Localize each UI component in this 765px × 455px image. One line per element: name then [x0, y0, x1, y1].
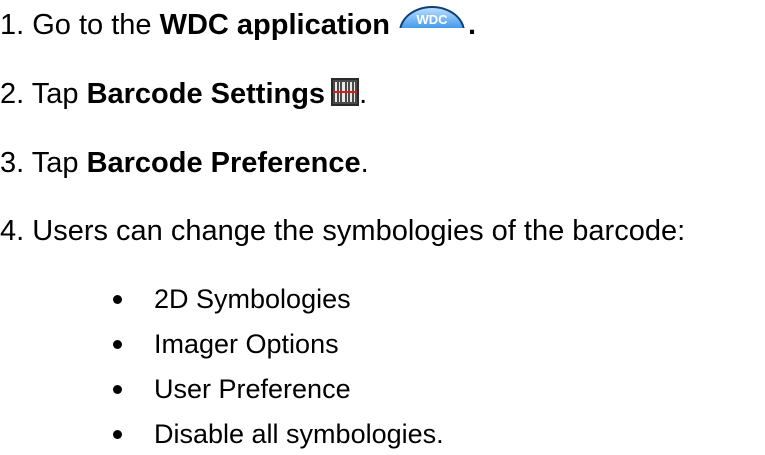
step-2-text: Tap	[31, 78, 87, 110]
step-4-number: 4.	[0, 215, 25, 247]
bullet-icon	[113, 340, 122, 349]
list-item-label: User Preference	[154, 374, 351, 404]
step-3-text: Tap	[31, 147, 87, 179]
step-3: 3. Tap Barcode Preference.	[0, 146, 369, 180]
bullet-icon	[113, 295, 122, 304]
step-3-after: .	[360, 147, 369, 179]
step-1-number: 1.	[0, 9, 25, 41]
step-3-number: 3.	[0, 147, 25, 179]
bullet-icon	[113, 430, 122, 439]
bullet-icon	[113, 385, 122, 394]
step-1: 1. Go to the WDC application WDC .	[0, 6, 477, 42]
step-2: 2. Tap Barcode Settings .	[0, 77, 367, 111]
list-item-label: Imager Options	[154, 329, 339, 359]
step-1-text: Go to the	[32, 9, 160, 41]
wdc-icon-label: WDC	[416, 12, 448, 27]
step-4: 4. Users can change the symbologies of t…	[0, 214, 685, 248]
wdc-app-icon: WDC	[399, 6, 465, 28]
step-2-number: 2.	[0, 78, 25, 110]
list-item-label: Disable all symbologies.	[154, 419, 444, 449]
step-2-bold: Barcode Settings	[86, 78, 326, 110]
step-2-after: .	[359, 78, 368, 110]
step-4-text: Users can change the symbologies of the …	[32, 215, 686, 247]
barcode-settings-icon	[331, 78, 360, 106]
step-1-bold: WDC application	[159, 9, 390, 41]
step-1-after: .	[468, 9, 477, 41]
list-item-label: 2D Symbologies	[154, 284, 351, 314]
step-3-bold: Barcode Preference	[86, 147, 361, 179]
